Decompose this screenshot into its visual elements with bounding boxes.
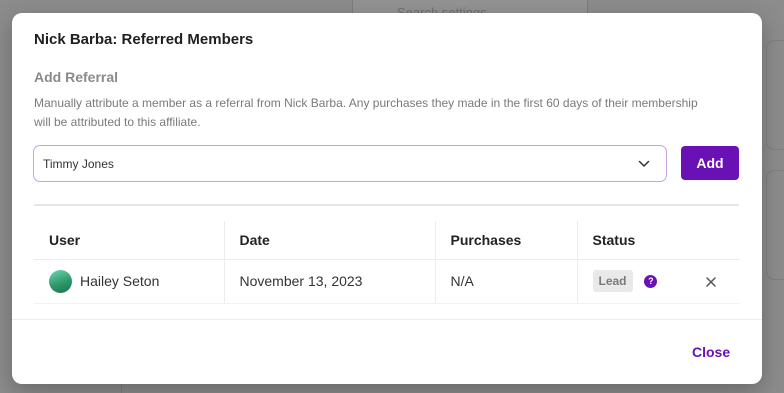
status-badge: Lead (592, 270, 633, 292)
status-cell: Lead ? (576, 259, 740, 304)
member-select-value: Timmy Jones (43, 156, 114, 171)
user-cell: Hailey Seton (34, 259, 224, 304)
chevron-down-icon (638, 160, 650, 167)
modal-title: Nick Barba: Referred Members (34, 31, 254, 48)
column-header-date: Date (223, 221, 435, 260)
close-icon[interactable] (706, 276, 716, 287)
close-button[interactable]: Close (692, 344, 730, 360)
table-row: Hailey Seton November 13, 2023 N/A Lead … (34, 259, 740, 304)
add-referral-heading: Add Referral (34, 69, 119, 85)
column-header-status: Status (576, 221, 740, 260)
member-select[interactable]: Timmy Jones (33, 145, 667, 182)
add-referral-description: Manually attribute a member as a referra… (34, 96, 698, 129)
background-card (766, 40, 784, 150)
column-header-user: User (34, 221, 224, 260)
question-icon[interactable]: ? (644, 274, 658, 288)
date-cell: November 13, 2023 (223, 259, 435, 304)
referred-members-table: User Date Purchases Status Hailey Seton … (34, 221, 740, 304)
divider (34, 204, 739, 206)
column-header-purchases: Purchases (434, 221, 577, 260)
purchases-cell: N/A (434, 259, 577, 304)
footer-divider (12, 319, 762, 320)
referred-members-modal: Nick Barba: Referred Members Add Referra… (12, 13, 762, 384)
add-button[interactable]: Add (681, 146, 739, 180)
background-card (766, 170, 784, 280)
table-header-row: User Date Purchases Status (34, 221, 740, 260)
avatar (49, 269, 72, 293)
user-name: Hailey Seton (80, 273, 160, 289)
